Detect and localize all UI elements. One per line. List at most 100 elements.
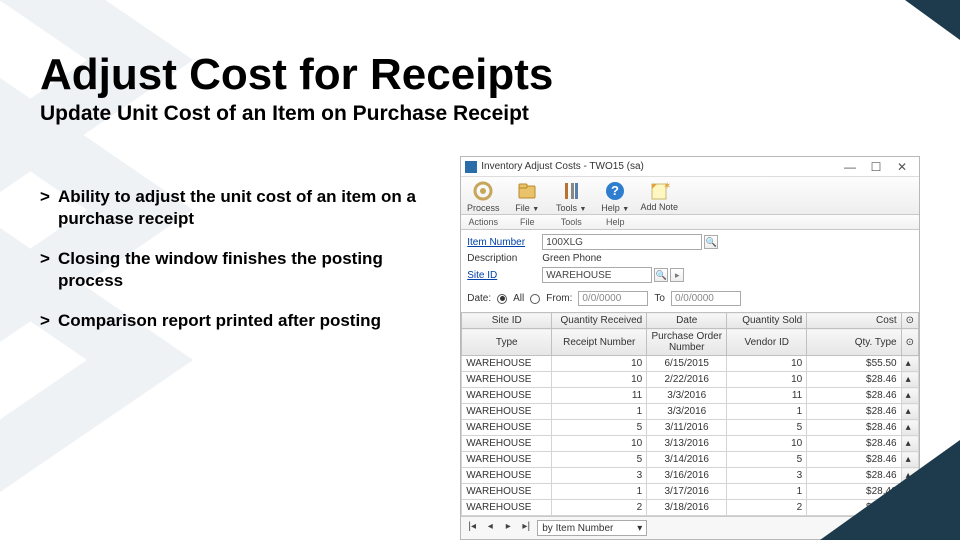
bullet-text: Closing the window finishes the posting … [58, 248, 442, 292]
nav-last[interactable]: ▸| [519, 521, 533, 535]
col-site[interactable]: Site ID [462, 313, 552, 329]
cell-qty-sold: 1 [727, 404, 807, 420]
cell-qty-received: 2 [552, 500, 647, 516]
row-expand[interactable]: ▴ [901, 404, 918, 420]
cell-qty-sold: 11 [727, 388, 807, 404]
col-expand[interactable]: ⊙ [901, 329, 918, 356]
corner-top-right [905, 0, 960, 40]
file-icon [515, 180, 539, 202]
toolbar-process[interactable]: Process [461, 177, 505, 214]
row-expand[interactable]: ▴ [901, 388, 918, 404]
toolbar-subrow: Actions File Tools Help [461, 215, 919, 230]
close-button[interactable]: ✕ [889, 160, 915, 174]
cell-qty-received: 11 [552, 388, 647, 404]
sort-select[interactable]: by Item Number▾ [537, 520, 647, 536]
cell-cost: $28.46 [807, 420, 901, 436]
cell-qty-received: 5 [552, 452, 647, 468]
cell-date: 3/18/2016 [647, 500, 727, 516]
bullet-marker: > [40, 248, 50, 292]
description-label: Description [467, 253, 542, 264]
col-expand[interactable]: ⊙ [901, 313, 918, 329]
cell-cost: $28.46 [807, 372, 901, 388]
svg-text:✶: ✶ [663, 181, 671, 192]
cell-qty-received: 3 [552, 468, 647, 484]
table-row[interactable]: WAREHOUSE13/3/20161$28.46▴ [462, 404, 919, 420]
toolbar-file[interactable]: File ▼ [505, 177, 549, 214]
col-cost[interactable]: Cost [807, 313, 901, 329]
table-row[interactable]: WAREHOUSE102/22/201610$28.46▴ [462, 372, 919, 388]
minimize-button[interactable]: — [837, 160, 863, 174]
col-qty-received[interactable]: Quantity Received [552, 313, 647, 329]
col-vendor[interactable]: Vendor ID [727, 329, 807, 356]
expand-icon[interactable]: ▸ [670, 268, 684, 282]
table-row[interactable]: WAREHOUSE53/11/20165$28.46▴ [462, 420, 919, 436]
table-row[interactable]: WAREHOUSE106/15/201510$55.50▴ [462, 356, 919, 372]
row-expand[interactable]: ▴ [901, 372, 918, 388]
chevron-down-icon: ▼ [622, 206, 629, 213]
cell-qty-sold: 5 [727, 452, 807, 468]
col-date[interactable]: Date [647, 313, 727, 329]
col-qty-sold[interactable]: Quantity Sold [727, 313, 807, 329]
cell-site: WAREHOUSE [462, 420, 552, 436]
cell-qty-sold: 10 [727, 372, 807, 388]
cell-site: WAREHOUSE [462, 468, 552, 484]
toolbar-help[interactable]: ? Help ▼ [593, 177, 637, 214]
cell-date: 3/14/2016 [647, 452, 727, 468]
cell-qty-sold: 1 [727, 484, 807, 500]
to-date-input[interactable]: 0/0/0000 [671, 291, 741, 306]
row-expand[interactable]: ▴ [901, 420, 918, 436]
toolbar-tools[interactable]: Tools ▼ [549, 177, 593, 214]
cell-site: WAREHOUSE [462, 356, 552, 372]
nav-next[interactable]: ▸ [501, 521, 515, 535]
slide-title: Adjust Cost for Receipts [40, 50, 920, 100]
toolbar: Process File ▼ Tools ▼ ? Help ▼ ✶ Add No… [461, 177, 919, 215]
radio-icon [497, 294, 507, 304]
radio-icon [530, 294, 540, 304]
maximize-button[interactable]: ☐ [863, 160, 889, 174]
cell-date: 3/11/2016 [647, 420, 727, 436]
table-row[interactable]: WAREHOUSE113/3/201611$28.46▴ [462, 388, 919, 404]
lookup-icon[interactable]: 🔍 [704, 235, 718, 249]
col-type[interactable]: Type [462, 329, 552, 356]
toolbar-add-note[interactable]: ✶ Add Note [637, 177, 681, 214]
cell-qty-received: 10 [552, 436, 647, 452]
description-value: Green Phone [542, 253, 602, 264]
cell-site: WAREHOUSE [462, 500, 552, 516]
row-expand[interactable]: ▴ [901, 356, 918, 372]
process-icon [471, 180, 495, 202]
cell-qty-received: 5 [552, 420, 647, 436]
col-qty-type[interactable]: Qty. Type [807, 329, 901, 356]
col-receipt-number[interactable]: Receipt Number [552, 329, 647, 356]
nav-first[interactable]: |◂ [465, 521, 479, 535]
cell-cost: $55.50 [807, 356, 901, 372]
corner-bottom-right [820, 440, 960, 540]
cell-site: WAREHOUSE [462, 452, 552, 468]
cell-date: 3/17/2016 [647, 484, 727, 500]
cell-qty-received: 10 [552, 356, 647, 372]
svg-text:?: ? [611, 183, 619, 198]
cell-qty-sold: 10 [727, 356, 807, 372]
bullet-text: Ability to adjust the unit cost of an it… [58, 186, 442, 230]
radio-all[interactable]: All [497, 293, 524, 304]
help-icon: ? [603, 180, 627, 202]
item-number-label[interactable]: Item Number [467, 237, 542, 248]
item-number-input[interactable]: 100XLG [542, 234, 702, 250]
lookup-icon[interactable]: 🔍 [654, 268, 668, 282]
cell-site: WAREHOUSE [462, 404, 552, 420]
nav-prev[interactable]: ◂ [483, 521, 497, 535]
cell-date: 3/16/2016 [647, 468, 727, 484]
window-title: Inventory Adjust Costs - TWO15 (sa) [481, 161, 837, 172]
cell-cost: $28.46 [807, 388, 901, 404]
col-po-number[interactable]: Purchase Order Number [647, 329, 727, 356]
cell-date: 3/3/2016 [647, 404, 727, 420]
bullet-marker: > [40, 186, 50, 230]
cell-qty-sold: 10 [727, 436, 807, 452]
site-id-label[interactable]: Site ID [467, 270, 542, 281]
cell-qty-received: 1 [552, 484, 647, 500]
site-id-input[interactable]: WAREHOUSE [542, 267, 652, 283]
cell-cost: $28.46 [807, 404, 901, 420]
cell-date: 6/15/2015 [647, 356, 727, 372]
cell-qty-sold: 3 [727, 468, 807, 484]
radio-from[interactable]: From: [530, 293, 572, 304]
from-date-input[interactable]: 0/0/0000 [578, 291, 648, 306]
